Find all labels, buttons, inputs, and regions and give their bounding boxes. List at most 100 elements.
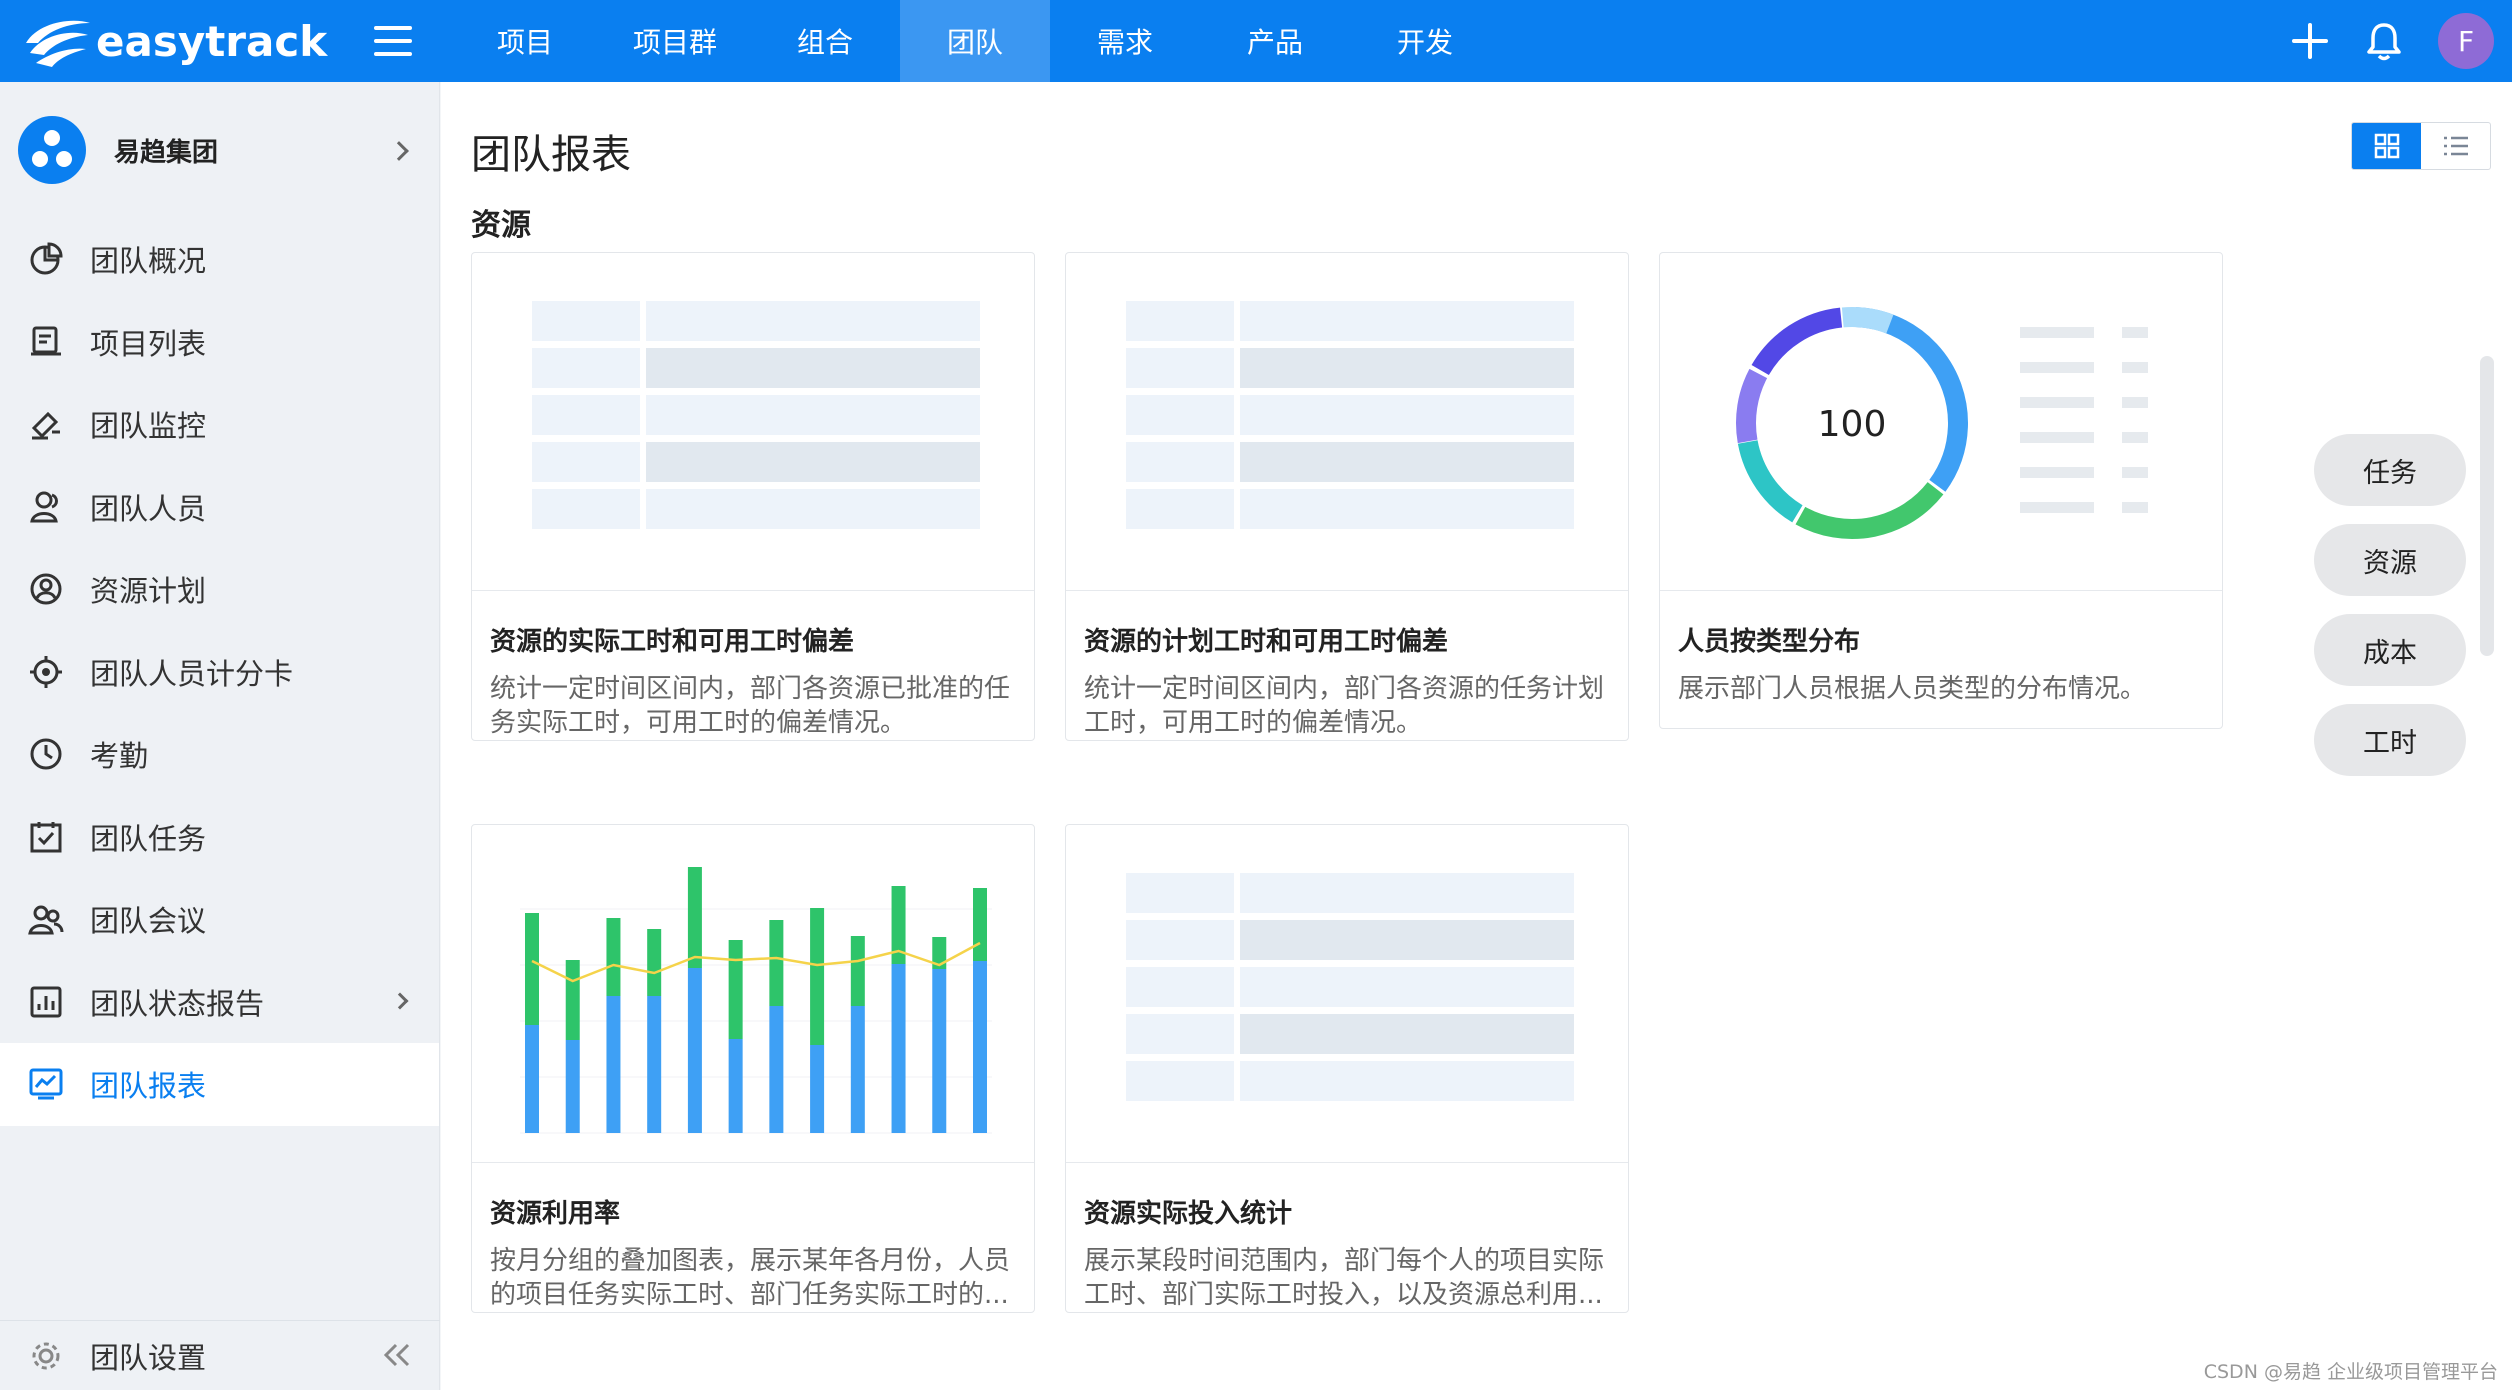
- watermark: CSDN @易趋 企业级项目管理平台: [2203, 1361, 2498, 1383]
- task-check-icon: [30, 821, 62, 853]
- sidebar-item-team-members[interactable]: 团队人员: [0, 466, 439, 549]
- org-switcher[interactable]: 易趋集团: [0, 82, 439, 218]
- card-description: 统计一定时间区间内，部门各资源已批准的任务实际工时，可用工时的偏差情况。: [490, 674, 1011, 738]
- card-title: 资源利用率: [490, 1199, 621, 1229]
- utilization-bar-chart: [520, 867, 992, 1134]
- bar-segment-green: [810, 908, 825, 1045]
- float-nav-tasks[interactable]: 任务: [2314, 434, 2466, 506]
- main-content: 团队报表 资源 资源的实际工时和可用工时偏差 统计一定时间区间内，部门各资源已批…: [441, 82, 2512, 1390]
- float-nav-resources[interactable]: 资源: [2314, 524, 2466, 596]
- float-nav-hours[interactable]: 工时: [2314, 704, 2466, 776]
- status-report-icon: [30, 986, 62, 1018]
- bar-segment-green: [565, 960, 580, 1040]
- bar-segment-green: [606, 918, 621, 996]
- bar-segment-blue: [525, 1025, 539, 1133]
- bar-segment-blue: [932, 969, 947, 1133]
- card-description: 按月分组的叠加图表，展示某年各月份，人员的项目任务实际工时、部门任务实际工时的.…: [490, 1246, 1011, 1310]
- card-title: 资源的计划工时和可用工时偏差: [1084, 627, 1449, 657]
- bell-icon[interactable]: [2364, 21, 2404, 61]
- report-card[interactable]: 资源的实际工时和可用工时偏差 统计一定时间区间内，部门各资源已批准的任务实际工时…: [471, 252, 1035, 741]
- list-view-button[interactable]: [2421, 123, 2490, 169]
- bar-segment-blue: [606, 996, 621, 1133]
- nav-item-requirement[interactable]: 需求: [1050, 0, 1200, 82]
- clock-icon: [30, 738, 62, 770]
- meeting-icon: [28, 905, 64, 935]
- nav-item-product[interactable]: 产品: [1200, 0, 1350, 82]
- table-thumbnail: [472, 253, 1034, 591]
- bar-segment-green: [687, 867, 702, 968]
- sidebar-item-status-report[interactable]: 团队状态报告: [0, 961, 439, 1044]
- bar-segment-blue: [647, 996, 662, 1133]
- report-chart-icon: [29, 1068, 63, 1100]
- card-description: 统计一定时间区间内，部门各资源的任务计划工时，可用工时的偏差情况。: [1084, 674, 1605, 738]
- sidebar-item-team-reports[interactable]: 团队报表: [0, 1043, 439, 1126]
- bar-segment-blue: [565, 1040, 580, 1133]
- project-list-icon: [31, 326, 61, 356]
- menu-toggle-icon[interactable]: [374, 22, 412, 60]
- bar-segment-blue: [810, 1045, 825, 1133]
- nav-item-program[interactable]: 项目群: [600, 0, 750, 82]
- table-thumbnail: [1066, 253, 1628, 591]
- card-description: 展示某段时间范围内，部门每个人的项目实际工时、部门实际工时投入，以及资源总利用.…: [1084, 1246, 1605, 1310]
- nav-item-portfolio[interactable]: 组合: [750, 0, 900, 82]
- chevron-right-icon: [391, 992, 409, 1009]
- chevron-right-icon: [389, 141, 409, 161]
- sidebar-item-project-list[interactable]: 项目列表: [0, 301, 439, 384]
- sidebar-item-team-monitor[interactable]: 团队监控: [0, 383, 439, 466]
- report-card[interactable]: 资源的计划工时和可用工时偏差 统计一定时间区间内，部门各资源的任务计划工时，可用…: [1065, 252, 1629, 741]
- bar-segment-blue: [687, 968, 702, 1133]
- top-actions: F: [2290, 0, 2512, 82]
- org-avatar-icon: [18, 116, 86, 184]
- bar-segment-blue: [973, 961, 987, 1133]
- sidebar-item-scorecard[interactable]: 团队人员计分卡: [0, 631, 439, 714]
- nav-item-project[interactable]: 项目: [450, 0, 600, 82]
- sidebar-item-attendance[interactable]: 考勤: [0, 713, 439, 796]
- trend-line: [531, 941, 981, 983]
- bar-segment-blue: [850, 1006, 865, 1133]
- report-card[interactable]: 资源实际投入统计 展示某段时间范围内，部门每个人的项目实际工时、部门实际工时投入…: [1065, 824, 1629, 1313]
- scrollbar[interactable]: [2480, 356, 2494, 656]
- view-toggle: [2351, 122, 2491, 170]
- top-bar: easytrack 项目 项目群 组合 团队 需求 产品 开发 F: [0, 0, 2512, 82]
- nav-item-team[interactable]: 团队: [900, 0, 1050, 82]
- sidebar-item-team-meetings[interactable]: 团队会议: [0, 878, 439, 961]
- bar-segment-green: [525, 913, 539, 1025]
- people-icon: [30, 491, 58, 523]
- donut-center-value: 100: [1818, 404, 1887, 445]
- bar-segment-blue: [891, 964, 906, 1133]
- org-name: 易趋集团: [114, 137, 219, 168]
- sidebar-item-team-tasks[interactable]: 团队任务: [0, 796, 439, 879]
- report-card[interactable]: 100 人员按类型分布 展示部门人员根据人员类型的分布情况。: [1659, 252, 2223, 729]
- logo-text: easytrack: [96, 16, 328, 66]
- sidebar-item-team-overview[interactable]: 团队概况: [0, 218, 439, 301]
- card-title: 资源的实际工时和可用工时偏差: [490, 627, 855, 657]
- bar-segment-green: [647, 929, 662, 996]
- bar-segment-green: [728, 940, 743, 1039]
- resource-plan-icon: [30, 573, 62, 605]
- grid-view-button[interactable]: [2352, 123, 2421, 169]
- card-description: 展示部门人员根据人员类型的分布情况。: [1678, 674, 2147, 704]
- float-nav-cost[interactable]: 成本: [2314, 614, 2466, 686]
- nav-item-dev[interactable]: 开发: [1350, 0, 1500, 82]
- grid-icon: [2374, 133, 2399, 159]
- card-title: 资源实际投入统计: [1084, 1199, 1293, 1229]
- sidebar-item-team-settings[interactable]: 团队设置: [0, 1320, 440, 1390]
- page-title: 团队报表: [471, 132, 631, 178]
- bar-segment-blue: [769, 1006, 784, 1133]
- section-title: 资源: [471, 208, 531, 243]
- bar-segment-blue: [728, 1039, 743, 1133]
- main-nav: 项目 项目群 组合 团队 需求 产品 开发: [450, 0, 1500, 82]
- add-icon[interactable]: [2290, 21, 2330, 61]
- bar-segment-green: [850, 936, 865, 1006]
- report-card[interactable]: 资源利用率 按月分组的叠加图表，展示某年各月份，人员的项目任务实际工时、部门任务…: [471, 824, 1035, 1313]
- sidebar: 易趋集团 团队概况 项目列表 团队监控 团队人员 资源计划 团队人员计分卡 考勤…: [0, 82, 440, 1390]
- user-avatar[interactable]: F: [2438, 13, 2494, 69]
- bar-chart-thumbnail: [472, 825, 1034, 1163]
- easytrack-logo-icon: [26, 20, 90, 67]
- list-icon: [2443, 136, 2468, 156]
- bar-segment-green: [769, 920, 784, 1006]
- logo[interactable]: easytrack: [0, 13, 330, 69]
- sidebar-item-resource-plan[interactable]: 资源计划: [0, 548, 439, 631]
- collapse-sidebar-icon[interactable]: [382, 1343, 412, 1367]
- table-thumbnail: [1066, 825, 1628, 1163]
